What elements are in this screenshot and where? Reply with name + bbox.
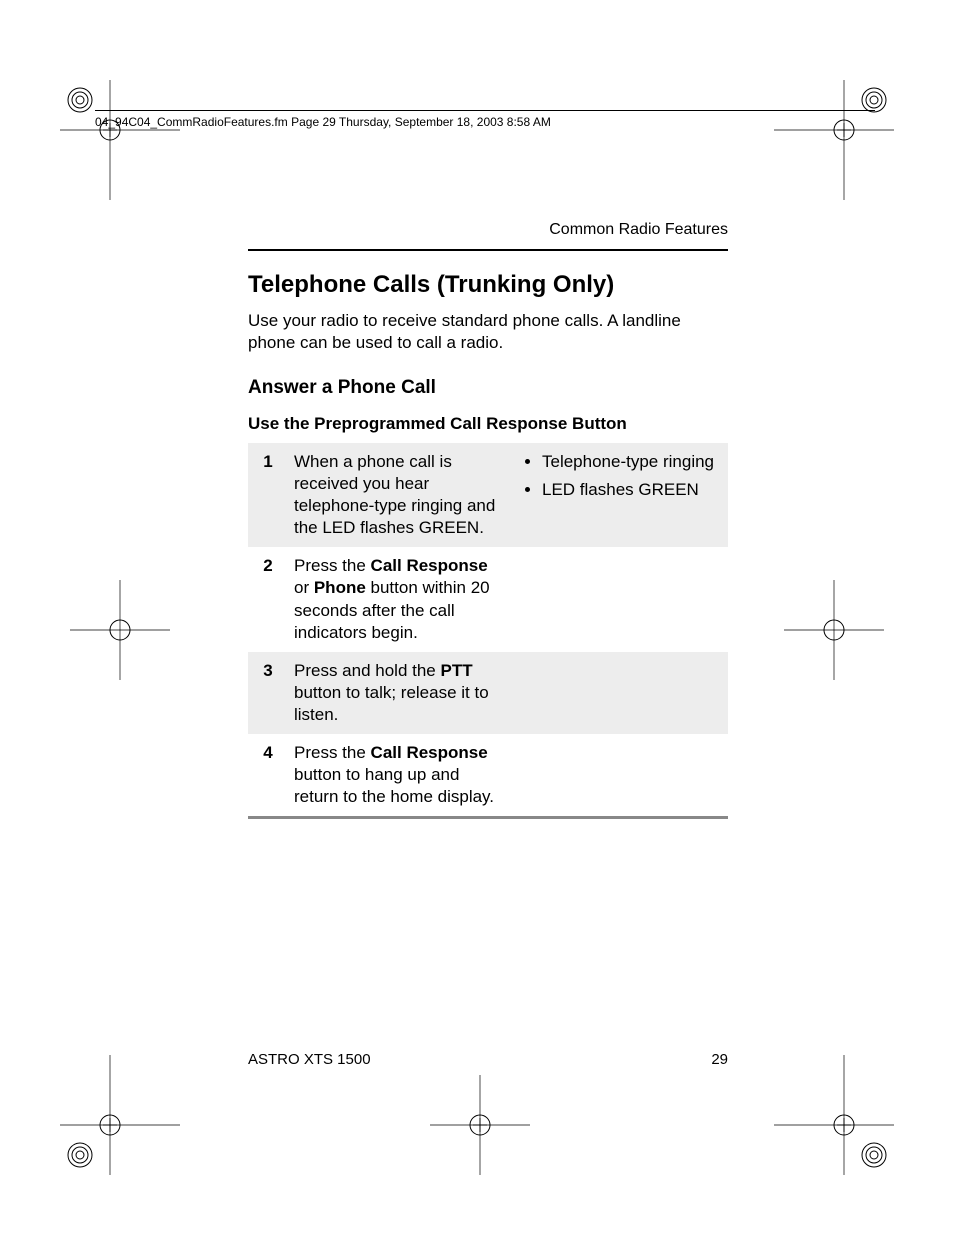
intro-paragraph: Use your radio to receive standard phone… — [248, 310, 728, 354]
page-footer: ASTRO XTS 1500 29 — [248, 1050, 728, 1070]
section-heading: Answer a Phone Call — [248, 376, 728, 401]
step-number: 3 — [248, 652, 288, 734]
crop-mark-icon — [774, 1055, 894, 1175]
table-end-rule — [248, 816, 728, 819]
step-row: 2 Press the Call Response or Phone butto… — [248, 547, 728, 651]
indicator-item: LED flashes GREEN — [542, 479, 722, 501]
step-row: 3 Press and hold the PTT button to talk;… — [248, 652, 728, 734]
running-header: Common Radio Features — [248, 220, 728, 241]
crop-mark-icon — [774, 80, 894, 200]
step-number: 1 — [248, 443, 288, 547]
subsection-heading: Use the Preprogrammed Call Response Butt… — [248, 413, 728, 435]
crop-mark-icon — [430, 1075, 530, 1175]
step-number: 4 — [248, 734, 288, 816]
file-meta-header: 04_94C04_CommRadioFeatures.fm Page 29 Th… — [95, 110, 875, 131]
step-description: When a phone call is received you hear t… — [288, 443, 518, 547]
step-indicators: Telephone-type ringing LED flashes GREEN — [518, 443, 728, 547]
crop-mark-icon — [60, 1055, 180, 1175]
steps-table: 1 When a phone call is received you hear… — [248, 443, 728, 816]
crop-mark-icon — [784, 580, 884, 680]
indicator-item: Telephone-type ringing — [542, 451, 722, 473]
step-row: 4 Press the Call Response button to hang… — [248, 734, 728, 816]
step-row: 1 When a phone call is received you hear… — [248, 443, 728, 547]
file-meta-text: 04_94C04_CommRadioFeatures.fm Page 29 Th… — [95, 115, 551, 129]
crop-mark-icon — [70, 580, 170, 680]
crop-mark-icon — [60, 80, 180, 200]
header-rule — [248, 249, 728, 251]
page-title: Telephone Calls (Trunking Only) — [248, 269, 728, 300]
footer-page-number: 29 — [711, 1050, 728, 1070]
step-number: 2 — [248, 547, 288, 651]
footer-product: ASTRO XTS 1500 — [248, 1050, 371, 1070]
step-description: Press and hold the PTT button to talk; r… — [288, 652, 518, 734]
step-description: Press the Call Response or Phone button … — [288, 547, 518, 651]
step-description: Press the Call Response button to hang u… — [288, 734, 518, 816]
